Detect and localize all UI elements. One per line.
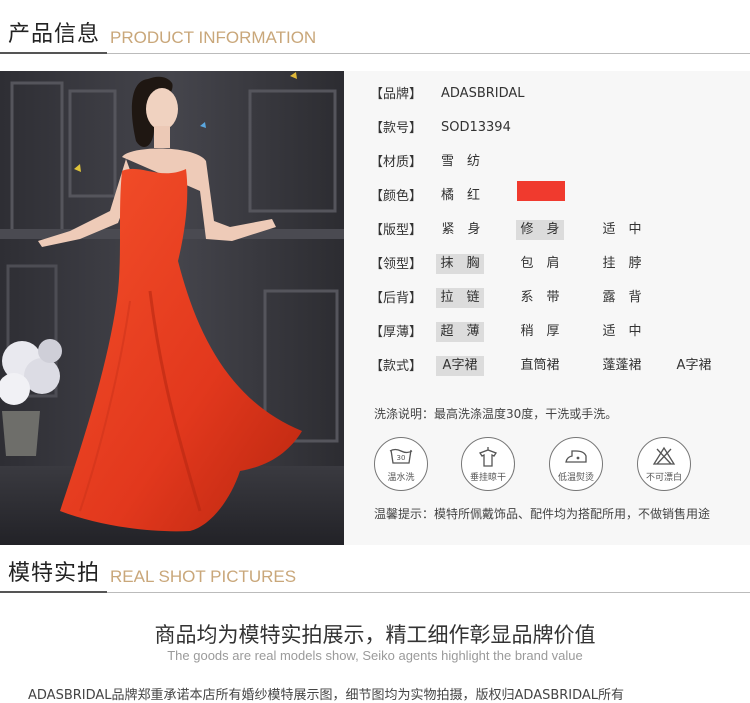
option-chip: 挂 脖 bbox=[602, 256, 642, 271]
header-underline-dark bbox=[0, 591, 107, 593]
hang-dry-icon bbox=[479, 447, 497, 467]
option-chip: 直筒裙 bbox=[520, 358, 560, 373]
info-label: 【款号】 bbox=[370, 121, 423, 136]
option-row-back: 【后背】 拉 链 系 带 露 背 bbox=[344, 288, 750, 310]
care-icon-wash: 30 温水洗 bbox=[374, 437, 428, 491]
info-label: 【品牌】 bbox=[370, 87, 423, 102]
care-label: 不可漂白 bbox=[645, 473, 682, 483]
option-chip-selected: 修 身 bbox=[516, 220, 564, 240]
info-label: 【颜色】 bbox=[370, 189, 423, 204]
section-header-product-info: 产品信息 PRODUCT INFORMATION bbox=[0, 14, 750, 54]
care-icon-no-bleach: 不可漂白 bbox=[637, 437, 691, 491]
header-underline-light bbox=[107, 53, 750, 54]
low-iron-icon bbox=[565, 450, 587, 463]
option-label: 【款式】 bbox=[370, 359, 423, 374]
option-row-neckline: 【领型】 抹 胸 包 肩 挂 脖 bbox=[344, 254, 750, 276]
care-label: 低温熨烫 bbox=[557, 473, 594, 483]
info-label: 【材质】 bbox=[370, 155, 423, 170]
section-title-zh: 产品信息 bbox=[8, 22, 101, 47]
option-chip: 适 中 bbox=[602, 222, 642, 237]
option-chip-selected: 超 薄 bbox=[436, 322, 484, 342]
option-chip-selected: A字裙 bbox=[436, 356, 484, 376]
care-icon-hang-dry: 垂挂晾干 bbox=[461, 437, 515, 491]
option-row-style: 【款式】 A字裙 直筒裙 蓬蓬裙 A字裙 bbox=[344, 356, 750, 378]
option-chip-selected: 抹 胸 bbox=[436, 254, 484, 274]
slogan-en: The goods are real models show, Seiko ag… bbox=[167, 648, 583, 663]
option-label: 【厚薄】 bbox=[370, 325, 423, 340]
option-label: 【领型】 bbox=[370, 257, 423, 272]
option-row-thickness: 【厚薄】 超 薄 稍 厚 适 中 bbox=[344, 322, 750, 344]
no-bleach-icon bbox=[652, 446, 676, 465]
option-chip-selected: 拉 链 bbox=[436, 288, 484, 308]
option-chip: 露 背 bbox=[602, 290, 642, 305]
section-title-zh: 模特实拍 bbox=[8, 561, 101, 586]
copyright-statement: ADASBRIDAL品牌郑重承诺本店所有婚纱模特展示图，细节图均为实物拍摄，版权… bbox=[28, 688, 625, 703]
section-title-en: PRODUCT INFORMATION bbox=[110, 28, 317, 47]
product-info-panel: 【品牌】 ADASBRIDAL 【款号】 SOD13394 【材质】 雪 纺 【… bbox=[344, 71, 750, 545]
option-chip: A字裙 bbox=[676, 358, 712, 373]
slogan-zh: 商品均为模特实拍展示，精工细作彰显品牌价值 bbox=[154, 623, 596, 647]
option-label: 【后背】 bbox=[370, 291, 423, 306]
product-photo bbox=[0, 71, 344, 545]
care-label: 垂挂晾干 bbox=[469, 473, 506, 483]
option-chip: 系 带 bbox=[520, 290, 560, 305]
info-row-color: 【颜色】 橘 红 bbox=[344, 181, 750, 208]
info-value: ADASBRIDAL bbox=[441, 86, 525, 101]
option-chip: 稍 厚 bbox=[520, 324, 560, 339]
section-title-en: REAL SHOT PICTURES bbox=[110, 567, 297, 586]
warm-tip: 温馨提示：模特所佩戴饰品、配件均为搭配所用，不做销售用途 bbox=[374, 507, 711, 521]
section-header-real-shot: 模特实拍 REAL SHOT PICTURES bbox=[0, 553, 750, 593]
option-chip: 适 中 bbox=[602, 324, 642, 339]
info-value: 雪 纺 bbox=[441, 154, 481, 169]
color-swatch bbox=[517, 181, 565, 201]
header-underline-light bbox=[107, 592, 750, 593]
wash-30-icon: 30 bbox=[389, 448, 413, 464]
option-chip: 紧 身 bbox=[441, 222, 481, 237]
option-chip: 包 肩 bbox=[520, 256, 560, 271]
option-chip: 蓬蓬裙 bbox=[602, 358, 642, 373]
wash-temp-mark: 30 bbox=[397, 454, 406, 462]
option-row-fit: 【版型】 紧 身 修 身 适 中 bbox=[344, 220, 750, 242]
wash-instructions: 洗涤说明：最高洗涤温度30度，干洗或手洗。 bbox=[374, 407, 618, 421]
info-value: 橘 红 bbox=[441, 188, 481, 203]
info-value: SOD13394 bbox=[441, 120, 511, 135]
model-photo-illustration bbox=[0, 71, 344, 545]
care-icon-low-iron: 低温熨烫 bbox=[549, 437, 603, 491]
option-label: 【版型】 bbox=[370, 223, 423, 238]
care-label: 温水洗 bbox=[387, 473, 415, 483]
header-underline-dark bbox=[0, 52, 107, 54]
